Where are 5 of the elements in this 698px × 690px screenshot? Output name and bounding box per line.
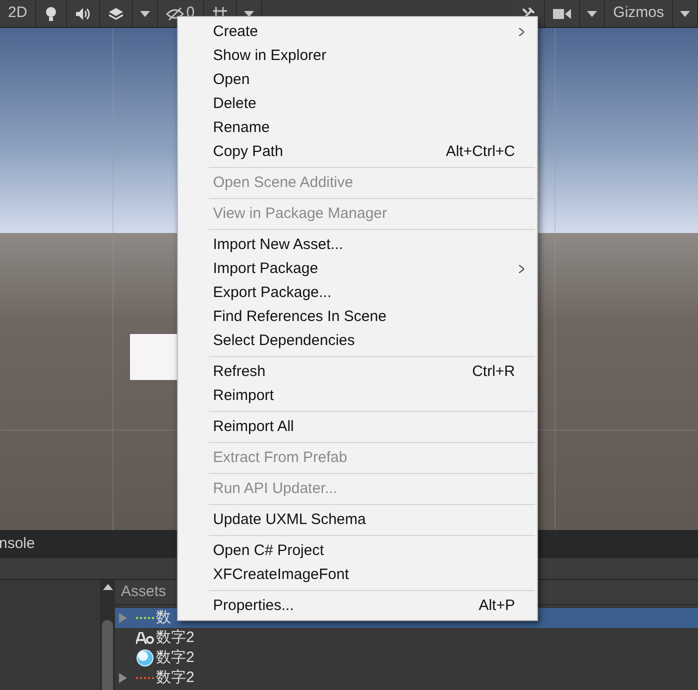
asset-name: 数字2 — [156, 668, 194, 688]
asset-name: 数 — [156, 608, 171, 628]
asset-name: 数字2 — [156, 628, 194, 648]
asset-name: 数字2 — [156, 648, 194, 668]
panel-header: Assets — [121, 582, 166, 602]
